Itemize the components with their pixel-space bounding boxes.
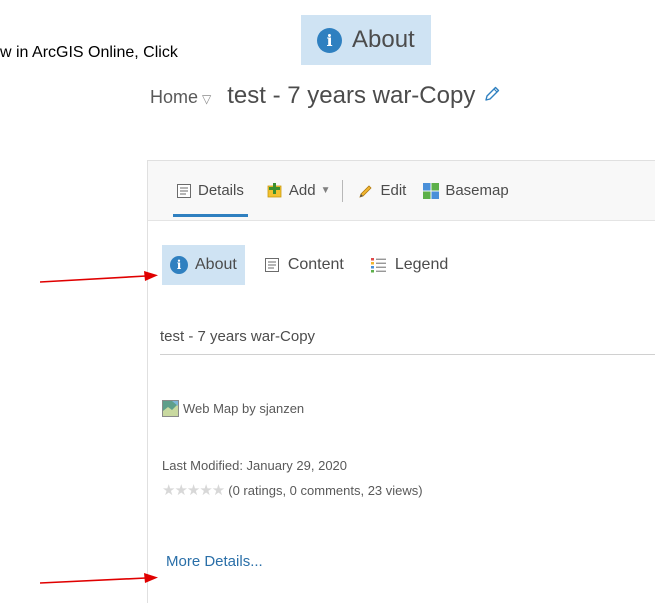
content-icon bbox=[264, 258, 279, 272]
basemap-label: Basemap bbox=[445, 182, 509, 199]
home-caret-icon[interactable]: ▽ bbox=[202, 92, 211, 106]
tab-content[interactable]: Content bbox=[255, 245, 352, 285]
item-stats: (0 ratings, 0 comments, 23 views) bbox=[228, 482, 423, 498]
about-callout-label: About bbox=[352, 26, 415, 53]
map-toolbar: Details Add ▼ Edit Basemap bbox=[148, 161, 655, 221]
details-button[interactable]: Details bbox=[173, 177, 248, 217]
tab-legend[interactable]: Legend bbox=[362, 245, 456, 285]
more-details-link[interactable]: More Details... bbox=[166, 553, 263, 570]
item-type-owner-text: Web Map by sjanzen bbox=[183, 401, 305, 416]
pencil-icon[interactable] bbox=[483, 85, 501, 103]
map-viewer-panel: Details Add ▼ Edit Basemap i About Conte… bbox=[147, 160, 655, 603]
ratings-row: ★★★★★ (0 ratings, 0 comments, 23 views) bbox=[162, 481, 423, 499]
info-icon: i bbox=[317, 27, 342, 53]
item-type-owner: Web Map by sjanzen bbox=[162, 400, 304, 417]
add-button[interactable]: Add ▼ bbox=[266, 177, 331, 205]
add-caret-icon: ▼ bbox=[320, 185, 331, 196]
basemap-grid-icon bbox=[423, 182, 440, 199]
details-icon bbox=[177, 183, 191, 198]
about-button-callout: i About bbox=[301, 15, 431, 65]
toolbar-divider bbox=[342, 179, 344, 202]
tab-about[interactable]: i About bbox=[162, 245, 245, 285]
details-label: Details bbox=[198, 182, 244, 199]
basemap-button[interactable]: Basemap bbox=[422, 177, 509, 205]
edit-pencil-icon bbox=[359, 184, 373, 198]
tab-content-label: Content bbox=[287, 256, 344, 273]
map-header: Home ▽ test - 7 years war-Copy bbox=[150, 82, 501, 110]
arrow-to-more-details bbox=[40, 573, 158, 584]
instruction-text: w in ArcGIS Online, Click bbox=[0, 44, 178, 61]
tab-legend-label: Legend bbox=[394, 256, 449, 273]
last-modified: Last Modified: January 29, 2020 bbox=[162, 458, 348, 473]
item-title: test - 7 years war-Copy bbox=[160, 328, 316, 345]
tab-about-label: About bbox=[195, 256, 237, 273]
edit-label: Edit bbox=[380, 182, 407, 199]
about-info-icon: i bbox=[170, 256, 188, 274]
arrow-to-about-tab bbox=[40, 271, 158, 283]
title-divider bbox=[160, 354, 655, 355]
add-label: Add bbox=[288, 182, 316, 199]
rating-stars-icon[interactable]: ★★★★★ bbox=[162, 481, 225, 499]
home-link[interactable]: Home bbox=[150, 87, 198, 108]
add-layer-icon bbox=[267, 182, 282, 197]
details-tabs: i About Content Legend bbox=[162, 245, 466, 285]
web-map-thumbnail-icon bbox=[162, 400, 179, 417]
edit-button[interactable]: Edit bbox=[357, 177, 406, 205]
legend-icon bbox=[370, 258, 386, 273]
map-title: test - 7 years war-Copy bbox=[227, 82, 476, 109]
